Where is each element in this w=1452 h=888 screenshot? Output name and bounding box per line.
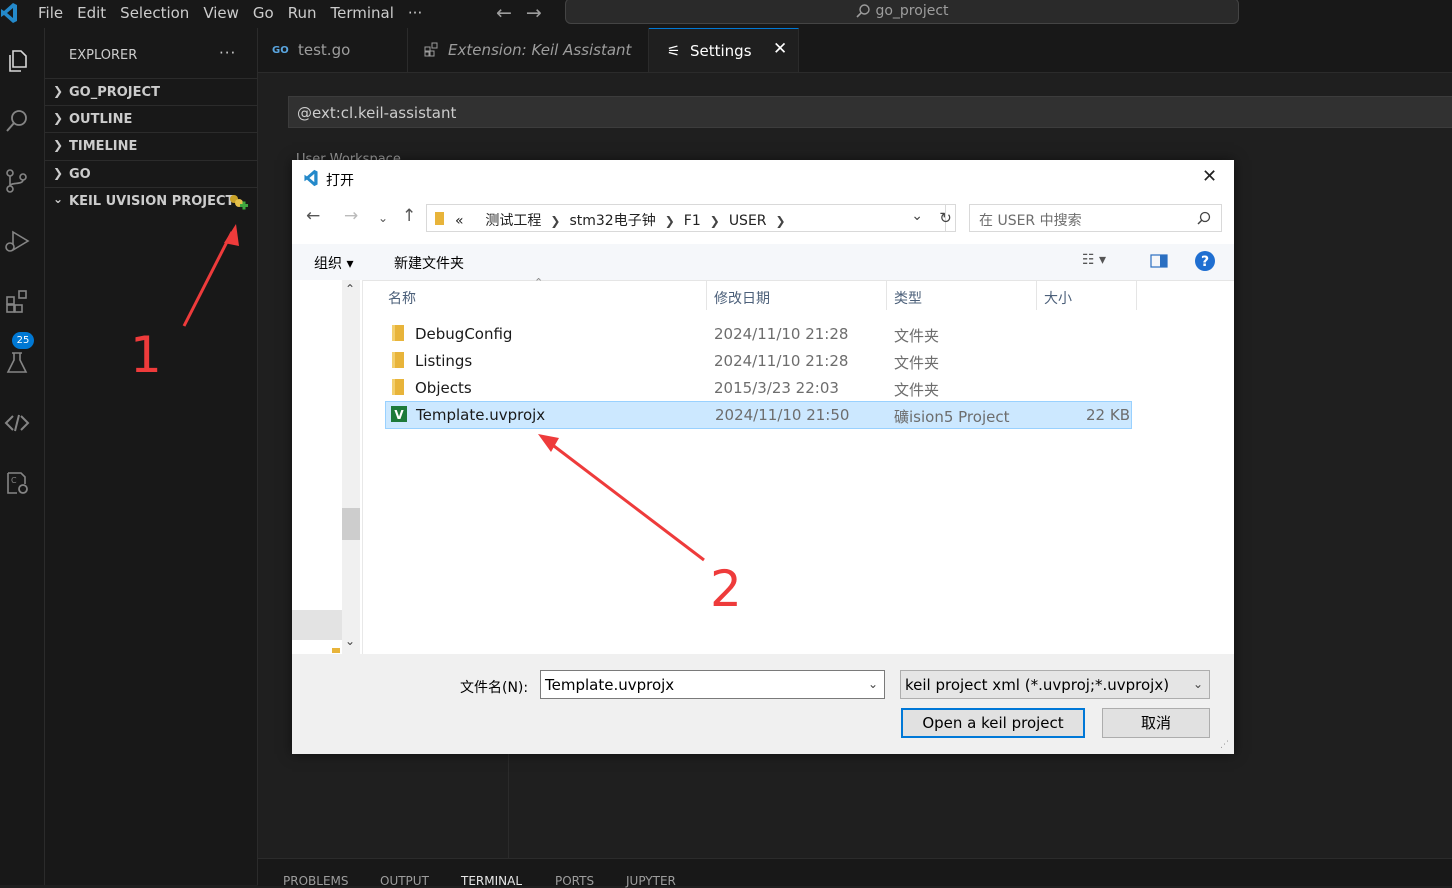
annotation-arrows <box>182 224 705 562</box>
annotation-label-1: 1 <box>130 326 162 384</box>
annotation-label-2: 2 <box>710 560 742 618</box>
annotation-arrow-2 <box>545 438 705 562</box>
annotation-arrow-1 <box>182 231 234 327</box>
arrowhead-icon <box>224 224 239 246</box>
